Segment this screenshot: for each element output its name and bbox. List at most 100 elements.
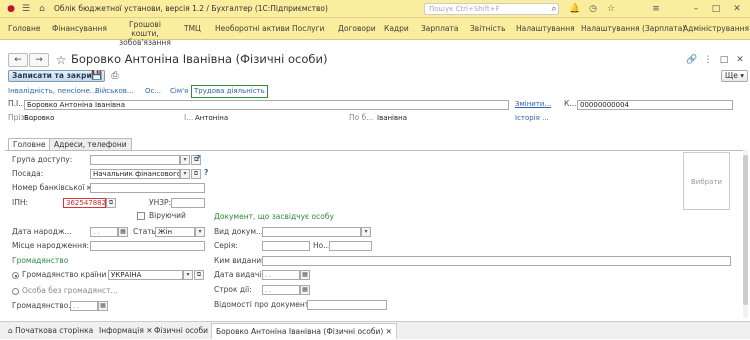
citizenship-calendar-icon[interactable]: ▦ (98, 301, 108, 311)
doc-type-label: Вид докум... (214, 227, 264, 236)
link-disability[interactable]: Інвалідність, пенсіоне... (8, 87, 96, 96)
menu-hr[interactable]: Кадри (384, 24, 409, 33)
forward-button[interactable]: → (29, 53, 49, 67)
bank-account-field[interactable] (90, 183, 205, 193)
patronymic-label: По б... (349, 113, 374, 122)
issued-by-field[interactable] (262, 256, 731, 266)
menu-reports[interactable]: Звітність (470, 24, 506, 33)
expire-field[interactable]: . . (262, 285, 300, 295)
menu-admin[interactable]: Адміністрування (683, 24, 749, 33)
info-label: Відомості про документ ... (214, 300, 319, 309)
country-dropdown[interactable]: ▾ (183, 270, 193, 280)
menu-tmc[interactable]: ТМЦ (184, 24, 201, 33)
link-military[interactable]: Військов... (95, 87, 134, 96)
issue-date-calendar-icon[interactable]: ▦ (300, 270, 310, 280)
star-icon[interactable]: ☆ (603, 2, 619, 16)
menu-salary-settings[interactable]: Налаштування (Зарплата) (581, 24, 685, 33)
doc-type-dropdown[interactable]: ▾ (361, 227, 371, 237)
issue-date-label: Дата видачі: (214, 270, 264, 279)
form-close-icon[interactable]: ✕ (732, 53, 748, 67)
search-input[interactable]: Пошук Ctrl+Shift+F (424, 3, 559, 15)
birth-date-label: Дата народж... (12, 227, 72, 236)
close-icon[interactable]: ✕ (386, 327, 392, 336)
stateless-radio[interactable] (12, 288, 19, 295)
menu-settings[interactable]: Налаштування (516, 24, 575, 33)
expire-label: Строк дії: (214, 285, 252, 294)
name-label: І... (184, 113, 194, 122)
menu-contracts[interactable]: Договори (338, 24, 376, 33)
window-tab-home[interactable]: ⌂ Початкова сторінка (4, 323, 97, 339)
form-maximize-icon[interactable]: □ (716, 53, 732, 67)
position-dropdown[interactable]: ▾ (180, 169, 190, 179)
country-open[interactable]: ⧉ (194, 270, 204, 280)
code-field[interactable]: 00000000004 (577, 100, 733, 110)
menu-assets[interactable]: Необоротні активи (215, 24, 290, 33)
link-work-history[interactable]: Трудова діяльність (191, 85, 268, 98)
minimize-icon[interactable]: – (688, 2, 704, 16)
birth-date-field[interactable]: . . (90, 227, 118, 237)
window-menu-icon[interactable]: ≡ (648, 2, 664, 16)
change-link[interactable]: Змінити... (515, 100, 551, 109)
link-family[interactable]: Сім'я (170, 87, 188, 96)
window-tab-current-label: Боровко Антоніна Іванівна (Фізичні особи… (216, 327, 384, 336)
document-section: Документ, що засвідчує особу (214, 212, 334, 221)
favorite-star-icon[interactable]: ☆ (53, 53, 69, 67)
window-tab-info[interactable]: Інформація ✕ (95, 323, 157, 339)
unzr-field[interactable] (171, 198, 205, 208)
calendar-icon[interactable]: ▦ (118, 227, 128, 237)
menu-icon[interactable]: ☰ (18, 2, 34, 16)
history-link[interactable]: Історія ... (515, 114, 549, 123)
maximize-icon[interactable]: □ (708, 2, 724, 16)
ipn-button[interactable]: ⧉ (106, 198, 116, 208)
close-icon[interactable]: ✕ (729, 2, 745, 16)
sex-field[interactable]: Жін (155, 227, 195, 237)
sex-dropdown[interactable]: ▾ (195, 227, 205, 237)
menu-salary[interactable]: Зарплата (421, 24, 458, 33)
number-field[interactable] (329, 241, 372, 251)
pib-field[interactable]: Боровко Антоніна Іванівна (24, 100, 509, 110)
birth-place-field[interactable] (90, 241, 205, 251)
verified-checkbox[interactable] (137, 212, 145, 220)
position-open[interactable]: ⧉ (191, 169, 201, 179)
menu-financing[interactable]: Фінансування (52, 24, 107, 33)
tab-addresses[interactable]: Адреси, телефони (49, 138, 132, 150)
menu-money[interactable]: Грошові кошти, зобов'язання (115, 20, 175, 47)
access-help[interactable]: ? (196, 154, 200, 164)
window-tab-current[interactable]: Боровко Антоніна Іванівна (Фізичні особи… (211, 323, 397, 339)
citizen-radio[interactable] (12, 272, 19, 279)
more-button[interactable]: Ще ▾ (721, 70, 748, 82)
expire-calendar-icon[interactable]: ▦ (300, 285, 310, 295)
print-icon[interactable]: ⎙ (107, 69, 123, 83)
position-label: Посада: (12, 169, 44, 178)
search-icon[interactable]: ⌕ (546, 2, 562, 16)
link-os[interactable]: Ос... (145, 87, 161, 96)
back-button[interactable]: ← (8, 53, 28, 67)
menu-services[interactable]: Послуги (292, 24, 324, 33)
issue-date-field[interactable]: . . (262, 270, 300, 280)
tab-main[interactable]: Головне (8, 138, 51, 150)
series-field[interactable] (262, 241, 310, 251)
issued-by-label: Ким виданий: (214, 256, 269, 265)
pib-label: П.І... (8, 99, 26, 108)
link-icon[interactable]: 🔗 (684, 53, 700, 67)
home-icon[interactable]: ⌂ (34, 2, 50, 16)
country-field[interactable]: УКРАЇНА (108, 270, 183, 280)
form-more-icon[interactable]: ⋮ (700, 53, 716, 67)
menu-main[interactable]: Головне (8, 24, 40, 33)
doc-type-field[interactable] (262, 227, 361, 237)
photo-select[interactable]: Вибрати (683, 152, 730, 210)
ipn-field[interactable]: 3625478825 (63, 198, 106, 208)
save-icon[interactable]: 💾 (89, 69, 105, 83)
position-field[interactable]: Начальник фінансового від (90, 169, 180, 179)
info-field[interactable] (307, 300, 387, 310)
patronymic-value: Іванівна (377, 114, 407, 122)
citizenship-from-field[interactable]: . . (70, 301, 98, 311)
scrollbar-thumb[interactable] (743, 155, 748, 305)
access-group-field[interactable] (90, 155, 180, 165)
citizenship-section: Громадянство (12, 256, 69, 265)
access-group-dropdown[interactable]: ▾ (180, 155, 190, 165)
position-help[interactable]: ? (204, 168, 208, 178)
bell-icon[interactable]: 🔔 (567, 2, 583, 16)
app-logo-icon: ● (7, 4, 15, 14)
history-icon[interactable]: ◷ (585, 2, 601, 16)
